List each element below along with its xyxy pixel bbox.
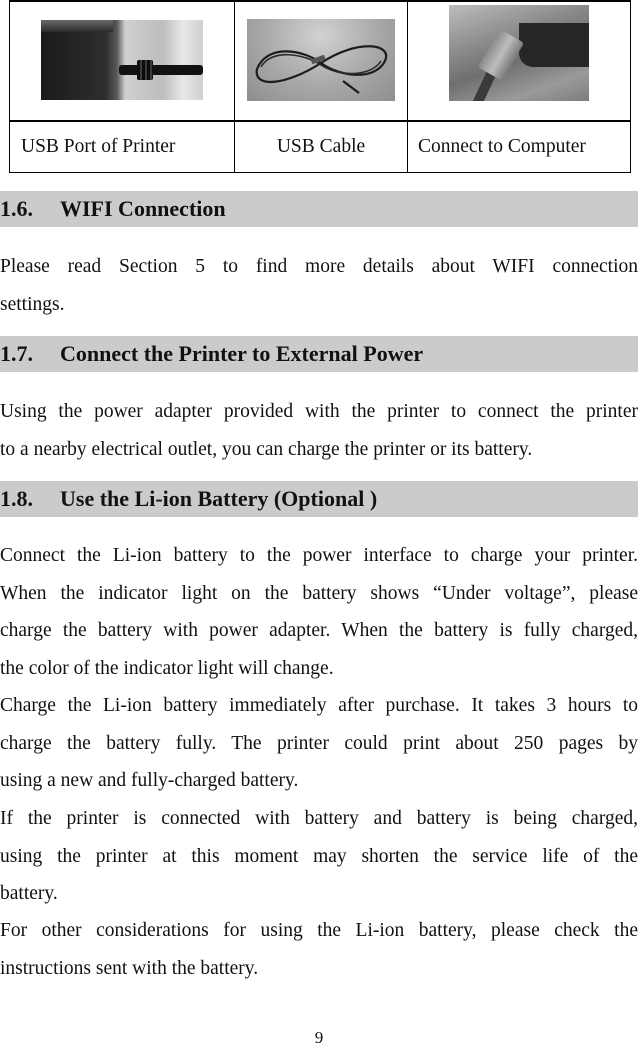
section-heading-external-power: 1.7. Connect the Printer to External Pow…	[0, 336, 638, 372]
text-line: Please read Section 5 to find more detai…	[0, 256, 638, 277]
figure-image-row	[9, 0, 631, 122]
figure-cell-usb-port	[9, 0, 235, 122]
connect-to-computer-photo	[449, 4, 589, 101]
text-line: battery.	[0, 883, 58, 904]
section-title: WIFI Connection	[60, 196, 226, 221]
section-title: Connect the Printer to External Power	[60, 341, 424, 366]
section-heading-wifi-connection: 1.6. WIFI Connection	[0, 191, 638, 227]
external-power-paragraph: Using the power adapter provided with th…	[0, 393, 638, 468]
usb-port-of-printer-photo	[41, 19, 203, 100]
text-line: For other considerations for using the L…	[0, 920, 638, 941]
usb-connection-figure-table: USB Port of Printer USB Cable Connect to…	[9, 0, 631, 173]
battery-paragraph-charge-time: Charge the Li-ion battery immediately af…	[0, 687, 638, 800]
battery-paragraph-service-life: If the printer is connected with battery…	[0, 800, 638, 913]
text-line: Using the power adapter provided with th…	[0, 401, 638, 422]
wifi-connection-paragraph: Please read Section 5 to find more detai…	[0, 248, 638, 323]
text-line: settings.	[0, 293, 65, 315]
text-line: using the printer at this moment may sho…	[0, 845, 638, 867]
text-line: charge the battery fully. The printer co…	[0, 732, 638, 754]
section-heading-li-ion-battery: 1.8. Use the Li-ion Battery (Optional )	[0, 481, 638, 517]
section-number: 1.6.	[0, 196, 33, 221]
section-number: 1.8.	[0, 486, 33, 511]
text-line: Connect the Li-ion battery to the power …	[0, 545, 638, 566]
battery-paragraph-other-considerations: For other considerations for using the L…	[0, 912, 638, 987]
figure-caption-row: USB Port of Printer USB Cable Connect to…	[9, 120, 631, 173]
figure-cell-connect-to-computer	[407, 0, 631, 122]
caption-connect-to-computer: Connect to Computer	[407, 120, 631, 173]
section-number: 1.7.	[0, 341, 33, 366]
text-line: instructions sent with the battery.	[0, 957, 259, 979]
text-line: the color of the indicator light will ch…	[0, 657, 334, 679]
text-line: If the printer is connected with battery…	[0, 808, 638, 829]
text-line: When the indicator light on the battery …	[0, 582, 638, 604]
caption-usb-port-of-printer: USB Port of Printer	[9, 120, 235, 173]
usb-cable-photo	[247, 18, 395, 101]
section-title: Use the Li-ion Battery (Optional )	[60, 486, 378, 511]
figure-cell-usb-cable	[234, 0, 408, 122]
caption-usb-cable: USB Cable	[234, 120, 408, 173]
text-line: to a nearby electrical outlet, you can c…	[0, 438, 533, 460]
battery-paragraph-connect: Connect the Li-ion battery to the power …	[0, 537, 638, 687]
text-line: using a new and fully-charged battery.	[0, 770, 299, 791]
page-number: 9	[314, 1028, 324, 1047]
text-line: charge the battery with power adapter. W…	[0, 620, 638, 641]
text-line: Charge the Li-ion battery immediately af…	[0, 695, 638, 716]
